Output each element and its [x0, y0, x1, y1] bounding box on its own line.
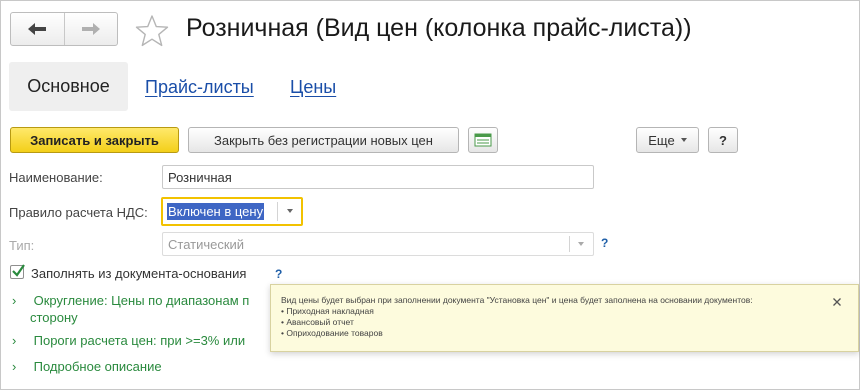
- help-button[interactable]: ?: [708, 127, 738, 153]
- checkmark-icon: [12, 264, 25, 277]
- chevron-down-icon: [578, 242, 584, 246]
- arrow-left-icon: [28, 23, 47, 35]
- type-label: Тип:: [9, 238, 35, 253]
- type-select: Статический: [162, 232, 594, 256]
- fill-from-base-checkbox[interactable]: [10, 264, 25, 279]
- chevron-down-icon[interactable]: [287, 209, 293, 213]
- name-field[interactable]: Розничная: [162, 165, 594, 189]
- group-description[interactable]: › Подробное описание: [12, 359, 162, 374]
- fill-help-link[interactable]: ?: [275, 267, 282, 281]
- group-description-title: Подробное описание: [33, 359, 162, 374]
- close-without-registration-button[interactable]: Закрыть без регистрации новых цен: [188, 127, 459, 153]
- tab-price-lists[interactable]: Прайс-листы: [145, 77, 254, 98]
- tooltip-list-item: • Оприходование товаров: [281, 328, 383, 338]
- chevron-right-icon: ›: [12, 359, 17, 374]
- table-view-button[interactable]: [468, 127, 498, 153]
- navigation-buttons: [10, 12, 118, 46]
- group-rounding-continued: сторону: [30, 310, 78, 325]
- star-icon[interactable]: [134, 14, 170, 48]
- vat-rule-label: Правило расчета НДС:: [9, 205, 148, 220]
- tooltip-text: Вид цены будет выбран при заполнении док…: [281, 295, 753, 305]
- fill-from-base-label[interactable]: Заполнять из документа-основания: [31, 266, 246, 281]
- type-value: Статический: [168, 236, 245, 252]
- more-menu-button[interactable]: Еще: [636, 127, 699, 153]
- group-rounding[interactable]: › Округление: Цены по диапазонам п: [12, 293, 249, 308]
- dropdown-separator: [277, 202, 278, 221]
- table-icon: [474, 133, 492, 147]
- vat-rule-value: Включен в цену: [167, 203, 265, 220]
- tab-prices[interactable]: Цены: [290, 77, 336, 98]
- tooltip-list-item: • Приходная накладная: [281, 306, 374, 316]
- chevron-right-icon: ›: [12, 293, 17, 308]
- vat-rule-select[interactable]: Включен в цену: [161, 197, 303, 226]
- type-help-link[interactable]: ?: [601, 236, 608, 250]
- dropdown-separator: [569, 236, 570, 252]
- help-tooltip: Вид цены будет выбран при заполнении док…: [270, 284, 859, 352]
- tooltip-document-list: • Приходная накладная • Авансовый отчет …: [281, 306, 846, 339]
- chevron-down-icon: [680, 138, 687, 142]
- tooltip-list-item: • Авансовый отчет: [281, 317, 354, 327]
- back-button[interactable]: [11, 13, 64, 45]
- tab-main[interactable]: Основное: [9, 62, 128, 111]
- page-title: Розничная (Вид цен (колонка прайс-листа)…: [186, 14, 692, 42]
- name-label: Наименование:: [9, 170, 103, 185]
- more-label: Еще: [648, 132, 675, 148]
- group-thresholds-title: Пороги расчета цен: при >=3% или: [33, 333, 246, 348]
- group-thresholds[interactable]: › Пороги расчета цен: при >=3% или: [12, 333, 245, 348]
- save-and-close-button[interactable]: Записать и закрыть: [10, 127, 179, 153]
- close-icon[interactable]: [832, 297, 842, 307]
- forward-button[interactable]: [63, 13, 118, 45]
- group-rounding-title: Округление: Цены по диапазонам п: [33, 293, 250, 308]
- arrow-right-icon: [81, 23, 100, 35]
- chevron-right-icon: ›: [12, 333, 17, 348]
